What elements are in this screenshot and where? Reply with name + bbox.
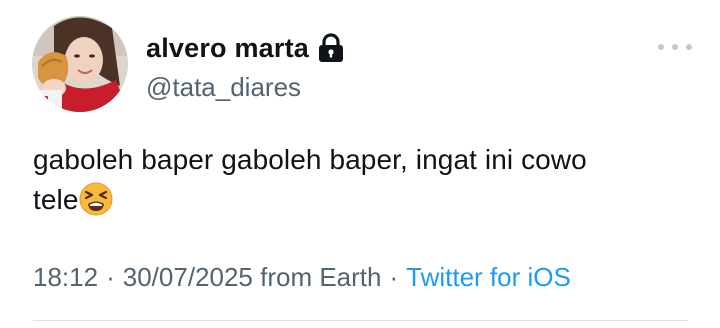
- tweet-date-location: 30/07/2025 from Earth: [122, 262, 382, 292]
- author-handle[interactable]: @tata_diares: [146, 72, 301, 103]
- tweet-source-link[interactable]: Twitter for iOS: [406, 262, 571, 292]
- avatar[interactable]: [32, 16, 128, 112]
- more-dot: [686, 44, 692, 50]
- more-horizontal-icon[interactable]: [658, 40, 692, 54]
- tweet-text-line-2-text: tele: [33, 184, 79, 215]
- lock-icon: [318, 33, 344, 63]
- tweet-text: gaboleh baper gaboleh baper, ingat ini c…: [33, 140, 683, 220]
- more-dot: [672, 44, 678, 50]
- meta-separator: ·: [106, 262, 115, 292]
- tweet-text-line-2: tele: [33, 180, 683, 220]
- divider: [33, 320, 688, 321]
- tired-face-emoji-icon: [79, 182, 113, 216]
- tweet-meta: 18:12 · 30/07/2025 from Earth · Twitter for …: [33, 262, 571, 293]
- tweet-time: 18:12: [33, 262, 99, 292]
- meta-separator: ·: [389, 262, 399, 292]
- tweet-card: alvero marta @tata_diares gaboleh baper …: [0, 0, 720, 328]
- author-name-row: alvero marta: [146, 30, 344, 66]
- more-dot: [658, 44, 664, 50]
- tweet-text-line-1: gaboleh baper gaboleh baper, ingat ini c…: [33, 144, 587, 175]
- author-display-name[interactable]: alvero marta: [146, 33, 309, 64]
